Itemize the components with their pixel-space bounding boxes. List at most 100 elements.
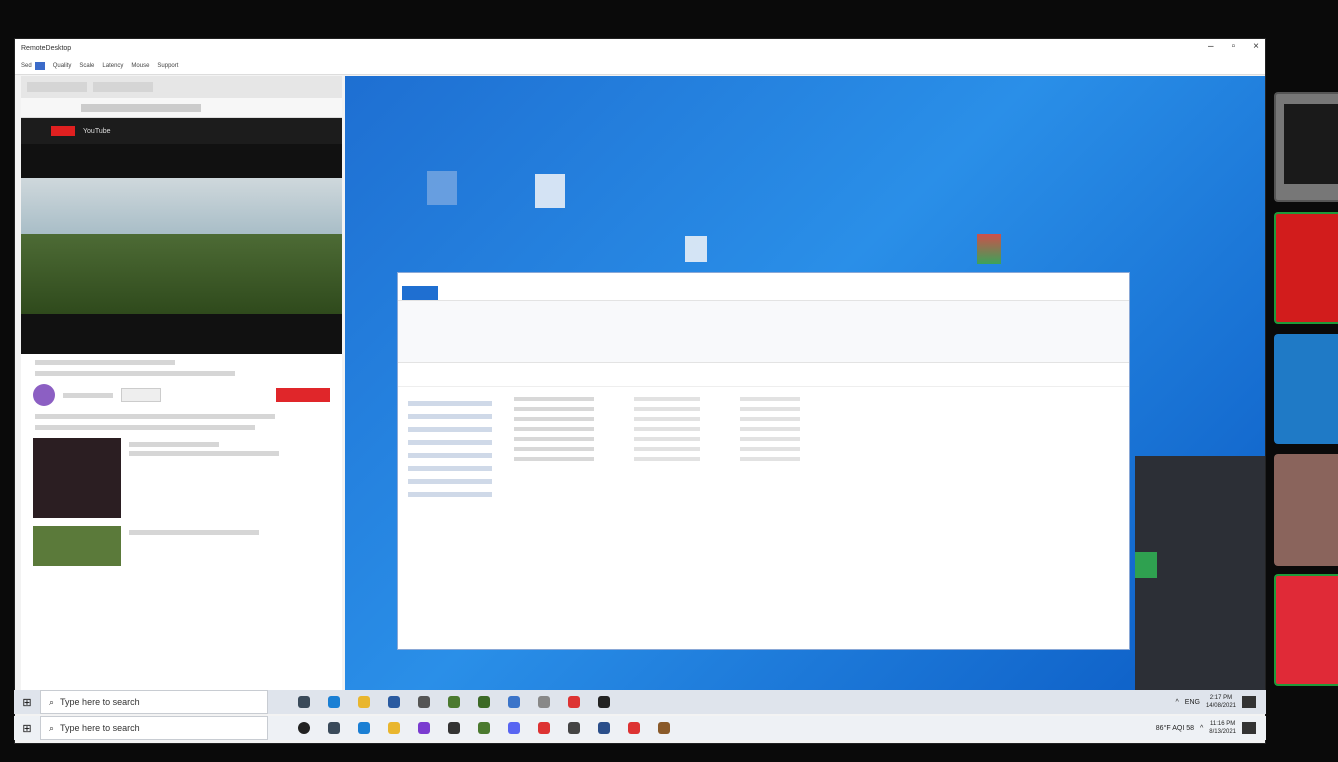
description-line [35,414,275,419]
file-row[interactable] [514,437,914,441]
nav-item[interactable] [408,479,492,484]
search-icon: ⌕ [49,722,55,733]
youtube-logo-icon[interactable] [51,126,75,136]
app-icon[interactable] [568,722,580,734]
minecraft-icon[interactable] [478,696,490,708]
maximize-button[interactable]: ▫ [1232,41,1236,52]
desktop-icon[interactable] [427,171,457,205]
side-tile-preview[interactable] [1274,92,1338,202]
side-tile-crimson[interactable] [1274,574,1338,686]
file-explorer-window [397,272,1130,650]
file-row[interactable] [514,407,914,411]
cortana-icon[interactable] [298,722,310,734]
search-icon: ⌕ [49,696,55,707]
remote-desktop-window: RemoteDesktop – ▫ × Sed Quality Scale La… [14,38,1266,744]
app-icon[interactable] [598,696,610,708]
recommended-meta-line [129,451,279,456]
desktop-icon[interactable] [977,234,1001,264]
nav-item[interactable] [408,401,492,406]
file-row[interactable] [514,427,914,431]
nav-item[interactable] [408,414,492,419]
file-tab[interactable] [402,286,438,300]
address-bar[interactable] [21,98,342,118]
app-icon[interactable] [418,722,430,734]
app-icon[interactable] [508,696,520,708]
file-row[interactable] [514,457,914,461]
nav-item[interactable] [408,440,492,445]
browser-tab[interactable] [27,82,87,92]
app-icon[interactable] [448,722,460,734]
windows-start-icon[interactable]: ⊞ [14,690,40,714]
discord-icon[interactable] [508,722,520,734]
toolbar-item-mouse[interactable]: Mouse [131,63,149,69]
store-icon[interactable] [388,696,400,708]
system-tray: ^ ENG 2:17 PM 14/08/2021 [1176,694,1267,710]
toolbar-item-sed[interactable]: Sed [21,61,45,70]
youtube-header: YouTube [21,118,342,144]
settings-icon[interactable] [418,696,430,708]
folder-icon[interactable] [358,696,370,708]
explorer-navbar[interactable] [398,363,1129,387]
edge-icon[interactable] [328,696,340,708]
toolbar-item-quality[interactable]: Quality [53,63,72,69]
chrome-icon[interactable] [628,722,640,734]
toolbar-item-support[interactable]: Support [157,63,178,69]
nav-item[interactable] [408,453,492,458]
toolbar-item-latency[interactable]: Latency [102,63,123,69]
search-box[interactable]: ⌕ Type here to search [40,716,268,740]
nav-item[interactable] [408,492,492,497]
clock[interactable]: 11:16 PM 8/13/2021 [1209,720,1236,736]
minecraft-icon[interactable] [448,696,460,708]
language-indicator[interactable]: ENG [1185,699,1200,706]
chrome-icon[interactable] [538,722,550,734]
file-list [514,391,914,467]
browser-panel: YouTube [21,76,342,691]
tray-chevron-icon[interactable]: ^ [1200,725,1203,732]
subscribe-button[interactable] [276,388,330,402]
recommended-thumbnail[interactable] [33,438,121,518]
browser-tab[interactable] [93,82,153,92]
windows-start-icon[interactable]: ⊞ [14,716,40,740]
clock[interactable]: 2:17 PM 14/08/2021 [1206,694,1236,710]
edge-icon[interactable] [358,722,370,734]
app-icon[interactable] [598,722,610,734]
notification-icon[interactable] [1242,696,1256,708]
notification-icon[interactable] [1242,722,1256,734]
remote-desktop [345,76,1265,691]
green-button[interactable] [1135,552,1157,578]
search-box[interactable]: ⌕ Type here to search [40,690,268,714]
nav-item[interactable] [408,466,492,471]
recommended-item[interactable] [33,526,330,566]
weather-widget[interactable]: 86°F AQI 58 [1156,725,1194,732]
desktop-icon[interactable] [535,174,565,208]
window-title: RemoteDesktop [21,44,72,52]
close-button[interactable]: × [1253,41,1259,52]
recommended-item[interactable] [33,438,330,518]
tray-chevron-icon[interactable]: ^ [1176,699,1179,706]
task-view-icon[interactable] [298,696,310,708]
minimize-button[interactable]: – [1208,41,1214,52]
recommended-thumbnail[interactable] [33,526,121,566]
minecraft-icon[interactable] [478,722,490,734]
video-hills [21,234,342,314]
file-row[interactable] [514,417,914,421]
toolbar-item-scale[interactable]: Scale [79,63,94,69]
address-text [81,103,201,112]
chrome-icon[interactable] [568,696,580,708]
desktop-icon[interactable] [685,236,707,262]
app-icon[interactable] [538,696,550,708]
nav-item[interactable] [408,427,492,432]
side-tile-blue[interactable] [1274,334,1338,444]
side-tile-brown[interactable] [1274,454,1338,566]
file-row[interactable] [514,397,914,401]
folder-icon[interactable] [388,722,400,734]
side-tile-red[interactable] [1274,212,1338,324]
join-button[interactable] [121,388,161,402]
window-titlebar: RemoteDesktop – ▫ × [15,39,1265,57]
task-view-icon[interactable] [328,722,340,734]
channel-avatar[interactable] [33,384,55,406]
toolbar-box-icon [34,61,45,70]
app-icon[interactable] [658,722,670,734]
file-row[interactable] [514,447,914,451]
video-player[interactable] [21,144,342,354]
